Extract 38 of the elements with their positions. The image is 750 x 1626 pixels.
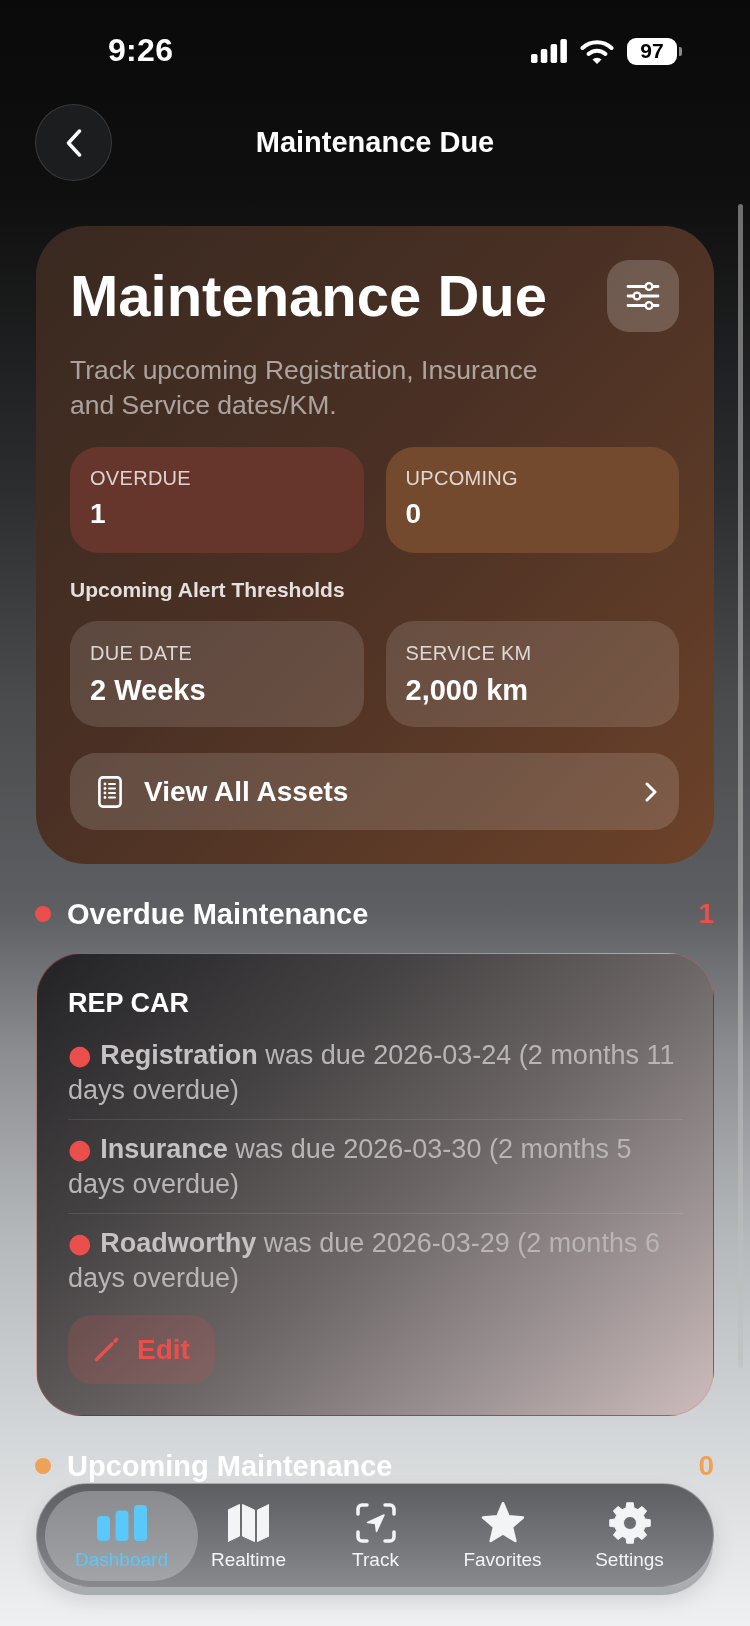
stat-label: UPCOMING	[405, 466, 518, 490]
threshold-label: DUE DATE	[90, 641, 193, 665]
sliders-icon	[626, 282, 660, 310]
chevron-left-icon	[65, 128, 82, 157]
stat-value: 1	[90, 497, 106, 531]
section-title: Overdue Maintenance	[67, 897, 370, 932]
stat-value: 0	[405, 497, 422, 531]
star-icon	[480, 1501, 525, 1544]
threshold-value: 2 Weeks	[90, 673, 206, 708]
status-time: 9:26	[108, 31, 174, 69]
pencil-icon	[93, 1336, 120, 1363]
bar-chart-icon	[96, 1504, 147, 1541]
map-icon	[228, 1503, 269, 1542]
tab-bar-item[interactable]: Settings	[579, 1491, 680, 1581]
nav-title: Maintenance Due	[255, 126, 495, 159]
stat-label: OVERDUE	[90, 466, 191, 490]
section-count: 0	[698, 1449, 714, 1483]
page-title: Maintenance Due	[70, 262, 547, 330]
threshold-label: SERVICE KM	[405, 641, 532, 665]
wifi-icon	[580, 38, 614, 64]
thresholds-heading: Upcoming Alert Thresholds	[70, 577, 346, 603]
tab-bar-item[interactable]: Track	[325, 1491, 426, 1581]
overdue-item-text: ● Registration was due 2026-03-24 (2 months 11 days overdue)	[68, 1037, 676, 1107]
tab-bar-item[interactable]: Realtime	[198, 1491, 299, 1581]
filter-button[interactable]	[607, 260, 679, 332]
battery-indicator: 97	[627, 37, 682, 65]
location-arrow-icon	[355, 1502, 396, 1543]
threshold-value: 2,000 km	[405, 673, 529, 708]
asset-name: REP CAR	[68, 987, 191, 1019]
section-count: 1	[698, 897, 714, 931]
list-document-icon	[98, 775, 122, 808]
tab-bar-item[interactable]: Favorites	[452, 1491, 553, 1581]
view-all-assets-button[interactable]: View All Assets	[70, 753, 679, 830]
signal-icon	[531, 39, 567, 63]
settings-icon	[608, 1501, 651, 1544]
chevron-right-icon	[645, 781, 657, 802]
subtitle-text: Track upcoming Registration, Insurance and Service dates/KM.	[70, 354, 539, 422]
overdue-item-text: ● Insurance was due 2026-03-30 (2 months 5 days overdue)	[68, 1118, 683, 1213]
